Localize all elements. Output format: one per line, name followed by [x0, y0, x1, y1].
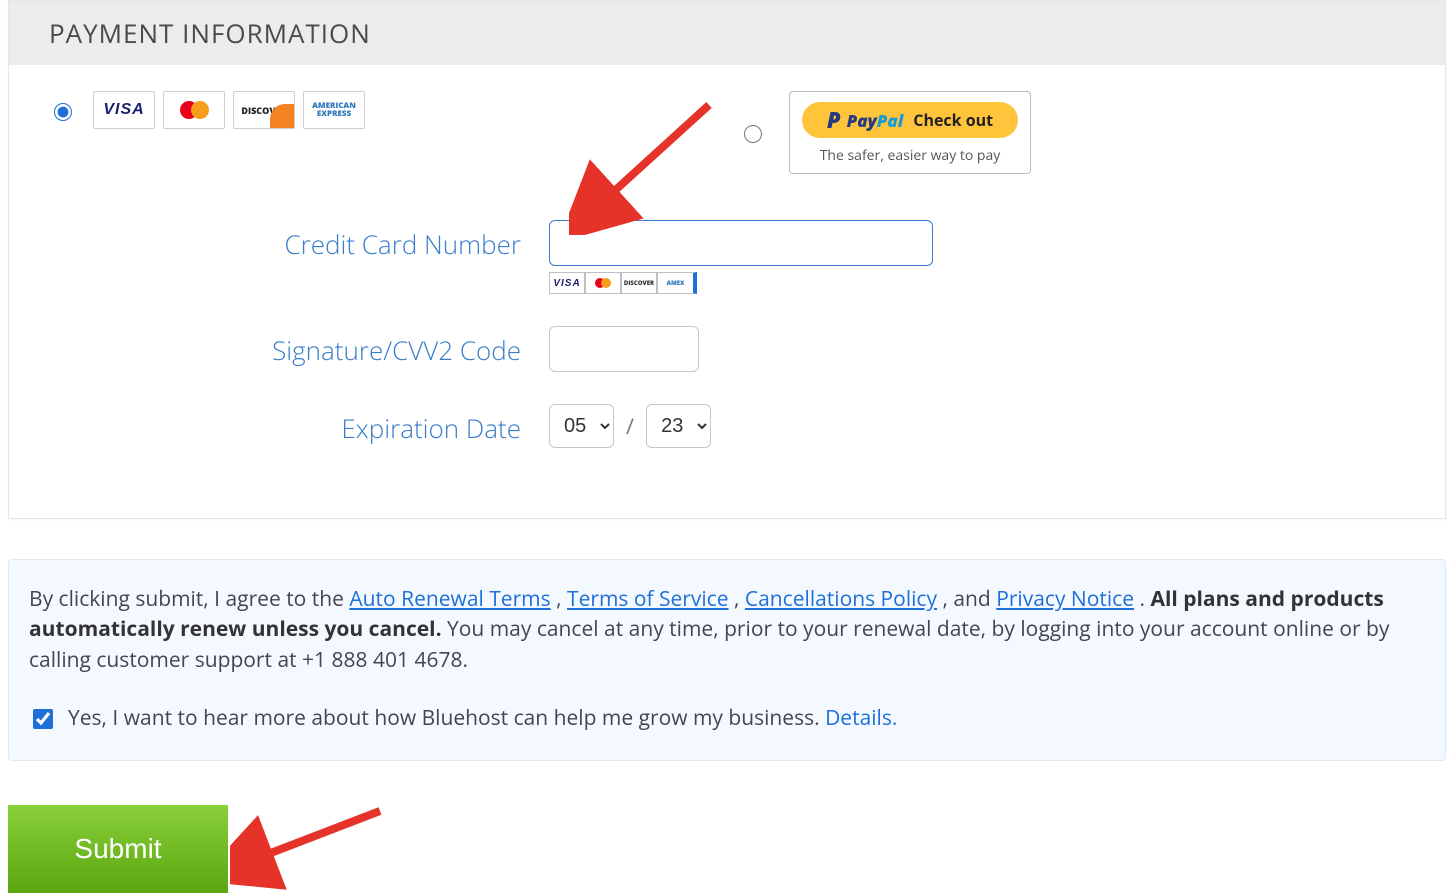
visa-icon: VISA — [93, 91, 155, 129]
radio-credit-card[interactable] — [54, 103, 72, 121]
mastercard-icon — [163, 91, 225, 129]
expiration-year-select[interactable]: 23 — [646, 404, 711, 448]
row-expiration: Expiration Date 05 / 23 — [49, 404, 1405, 448]
method-paypal: P PayPal Check out The safer, easier way… — [739, 91, 1031, 174]
paypal-box: P PayPal Check out The safer, easier way… — [789, 91, 1031, 174]
card-logos: VISA DISCOVER AMERICANEXPRESS — [93, 91, 365, 129]
mini-amex-icon: AMEX — [657, 272, 697, 294]
legal-prefix: By clicking submit, I agree to the — [29, 585, 349, 613]
radio-paypal[interactable] — [744, 125, 762, 143]
paypal-tagline: The safer, easier way to pay — [802, 146, 1018, 165]
annotation-arrow-submit — [230, 801, 400, 891]
submit-button[interactable]: Submit — [8, 805, 228, 893]
paypal-checkout-text: Check out — [913, 109, 993, 131]
label-cvv: Signature/CVV2 Code — [49, 326, 549, 368]
legal-text: By clicking submit, I agree to the Auto … — [29, 584, 1425, 675]
expiration-month-select[interactable]: 05 — [549, 404, 614, 448]
legal-box: By clicking submit, I agree to the Auto … — [8, 559, 1446, 761]
link-privacy-notice[interactable]: Privacy Notice — [996, 585, 1134, 613]
marketing-optin-checkbox[interactable] — [33, 709, 53, 729]
discover-icon: DISCOVER — [233, 91, 295, 129]
panel-title: PAYMENT INFORMATION — [9, 1, 1445, 65]
method-credit-card: VISA DISCOVER AMERICANEXPRESS — [49, 91, 739, 129]
paypal-logo-icon: P — [827, 105, 841, 135]
credit-card-number-input[interactable] — [549, 220, 933, 266]
paypal-checkout-button[interactable]: P PayPal Check out — [802, 102, 1018, 138]
paypal-brand-pay: Pay — [847, 109, 877, 132]
expiration-separator: / — [626, 411, 634, 441]
mini-visa-icon: VISA — [549, 272, 585, 294]
payment-panel: PAYMENT INFORMATION VISA DISCOVER AMERIC… — [8, 0, 1446, 519]
submit-area: Submit — [0, 761, 1454, 893]
row-cc-number: Credit Card Number VISA DISCOVER AMEX — [49, 220, 1405, 294]
link-auto-renewal-terms[interactable]: Auto Renewal Terms — [349, 585, 550, 613]
mini-discover-icon: DISCOVER — [621, 272, 657, 294]
marketing-optin: Yes, I want to hear more about how Blueh… — [29, 703, 1425, 733]
label-cc-number: Credit Card Number — [49, 220, 549, 262]
link-terms-of-service[interactable]: Terms of Service — [567, 585, 729, 613]
marketing-optin-details-link[interactable]: Details. — [825, 704, 897, 732]
cvv-input[interactable] — [549, 326, 699, 372]
payment-methods: VISA DISCOVER AMERICANEXPRESS P PayPal C… — [49, 91, 1405, 174]
label-expiration: Expiration Date — [49, 404, 549, 446]
amex-icon: AMERICANEXPRESS — [303, 91, 365, 129]
row-cvv: Signature/CVV2 Code — [49, 326, 1405, 372]
paypal-brand-pal: Pal — [877, 109, 903, 132]
marketing-optin-text: Yes, I want to hear more about how Blueh… — [68, 704, 825, 732]
link-cancellations-policy[interactable]: Cancellations Policy — [745, 585, 937, 613]
panel-body: VISA DISCOVER AMERICANEXPRESS P PayPal C… — [9, 65, 1445, 518]
mini-card-logos: VISA DISCOVER AMEX — [549, 272, 697, 294]
mini-mastercard-icon — [585, 272, 621, 294]
